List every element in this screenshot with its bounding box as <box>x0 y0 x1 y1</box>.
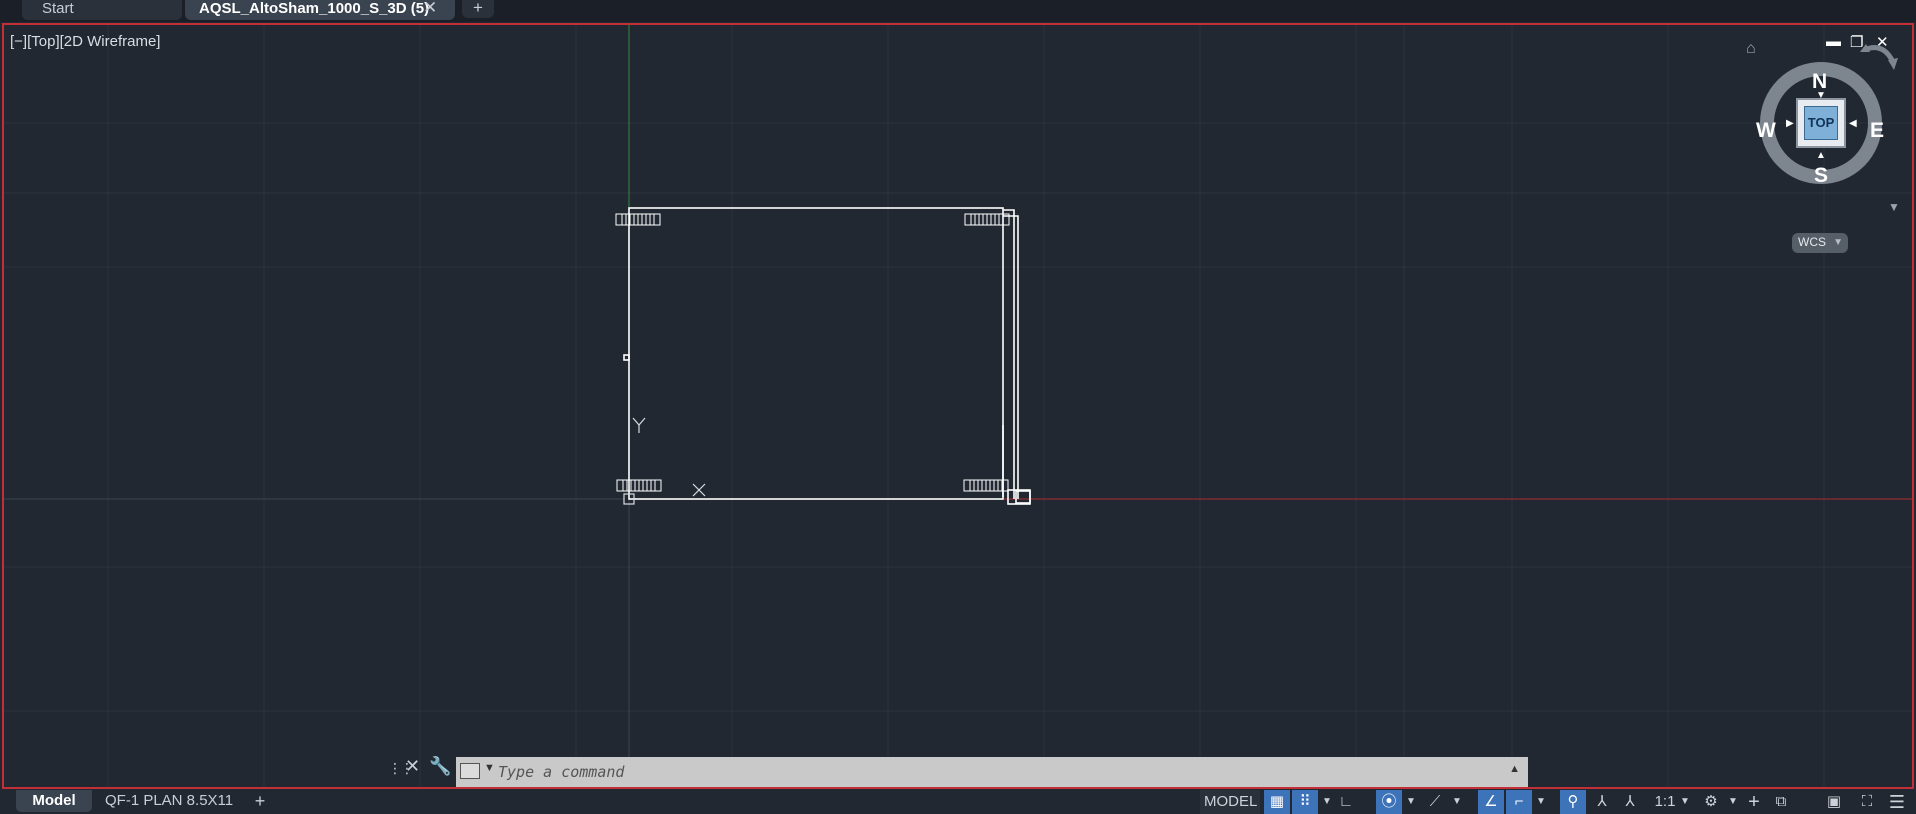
wrench-icon[interactable]: 🔧 <box>429 756 451 777</box>
menu-icon[interactable]: ☰ <box>1884 790 1910 814</box>
tab-close-icon[interactable]: ✕ <box>423 0 437 16</box>
command-line: ▼ ▲ <box>456 757 1528 787</box>
viewcube-menu-icon[interactable]: ▼ <box>1888 200 1900 214</box>
viewcube-top-label[interactable]: TOP <box>1804 106 1838 140</box>
grid-icon[interactable]: ▦ <box>1264 790 1290 814</box>
new-tab-button[interactable]: + <box>462 0 494 18</box>
tab-document[interactable]: AQSL_AltoSham_1000_S_3D (5) <box>185 0 455 20</box>
chevron-down-icon[interactable]: ▼ <box>1728 790 1738 814</box>
autocad-window: Start AQSL_AltoSham_1000_S_3D (5) ✕ + [−… <box>0 0 1916 814</box>
close-icon[interactable]: ✕ <box>405 756 420 777</box>
isolate-objects-icon[interactable]: ⧉ <box>1768 790 1794 814</box>
layout-tab-plan[interactable]: QF-1 PLAN 8.5X11 <box>95 790 245 812</box>
chevron-down-icon: ▼ <box>1833 237 1843 248</box>
hardware-acceleration-icon[interactable]: ▣ <box>1820 790 1848 814</box>
polar-tracking-icon[interactable]: ⦿ <box>1376 790 1402 814</box>
command-input[interactable] <box>498 760 1458 784</box>
chevron-down-icon[interactable]: ▼ <box>1536 790 1546 814</box>
caster-bottom-left <box>616 479 662 492</box>
gear-icon[interactable]: ⚙ <box>1698 790 1724 814</box>
add-layout-button[interactable]: + <box>248 790 272 812</box>
drawing-geometry <box>615 207 1031 505</box>
triangle-right-icon[interactable]: ▶ <box>1786 118 1794 129</box>
triangle-up-icon[interactable]: ▲ <box>1816 150 1826 161</box>
isodraft-icon[interactable]: ⟋ <box>1422 790 1448 814</box>
compass-west[interactable]: W <box>1756 119 1776 143</box>
status-bar: Model QF-1 PLAN 8.5X11 + MODEL ▦ ⠿ ▼ ∟ ⦿… <box>0 790 1916 814</box>
viewport-controls-label[interactable]: [−][Top][2D Wireframe] <box>10 33 160 50</box>
annotation-scale-icon[interactable]: ⅄ <box>1618 790 1642 814</box>
compass-east[interactable]: E <box>1870 119 1884 143</box>
ortho-icon[interactable]: ∟ <box>1336 790 1356 814</box>
object-snap-icon[interactable]: ⌐ <box>1506 790 1532 814</box>
minimize-icon[interactable]: ▬ <box>1826 33 1841 50</box>
chevron-down-icon[interactable]: ▼ <box>1452 790 1462 814</box>
file-tab-bar: Start AQSL_AltoSham_1000_S_3D (5) ✕ + <box>0 0 1916 22</box>
tab-start-label: Start <box>42 0 74 17</box>
object-snap-tracking-icon[interactable]: ∠ <box>1478 790 1504 814</box>
viewcube[interactable]: TOP N S E W ▼ ▲ ▶ ◀ <box>1752 54 1890 192</box>
wcs-menu-button[interactable]: WCS ▼ <box>1792 233 1848 253</box>
triangle-down-icon[interactable]: ▼ <box>1816 90 1826 101</box>
layout-tab-model[interactable]: Model <box>16 790 92 812</box>
snap-icon[interactable]: ⠿ <box>1292 790 1318 814</box>
auto-scale-icon[interactable]: ⅄ <box>1590 790 1614 814</box>
wcs-label: WCS <box>1798 235 1826 249</box>
plus-icon[interactable]: + <box>1742 790 1766 814</box>
tab-start[interactable]: Start <box>22 0 182 20</box>
model-space-toggle[interactable]: MODEL <box>1200 790 1260 814</box>
compass-south[interactable]: S <box>1814 164 1828 188</box>
viewcube-face[interactable]: TOP <box>1796 98 1846 148</box>
triangle-left-icon[interactable]: ◀ <box>1849 118 1857 129</box>
annotation-visibility-icon[interactable]: ⚲ <box>1560 790 1586 814</box>
command-line-controls: ⋮⋮ ✕ 🔧 <box>385 756 453 780</box>
tab-document-label: AQSL_AltoSham_1000_S_3D (5) <box>199 0 430 17</box>
scale-label[interactable]: 1:1 <box>1652 790 1678 814</box>
cabinet-outline <box>628 207 1004 500</box>
command-prompt-icon[interactable] <box>460 763 480 779</box>
chevron-down-icon[interactable]: ▼ <box>484 762 495 774</box>
caster-bottom-right <box>963 479 1009 492</box>
drawing-viewport[interactable]: [−][Top][2D Wireframe] ▬ ❐ ✕ <box>2 23 1914 789</box>
fullscreen-icon[interactable]: ⛶ <box>1854 790 1880 814</box>
caster-top-left <box>615 213 661 226</box>
chevron-up-icon[interactable]: ▲ <box>1509 763 1520 775</box>
chevron-down-icon[interactable]: ▼ <box>1406 790 1416 814</box>
status-toggles: MODEL ▦ ⠿ ▼ ∟ ⦿ ▼ ⟋ ▼ ∠ ⌐ ▼ ⚲ ⅄ ⅄ 1:1 ▼ … <box>1200 790 1916 814</box>
chevron-down-icon[interactable]: ▼ <box>1680 790 1690 814</box>
chevron-down-icon[interactable]: ▼ <box>1322 790 1332 814</box>
